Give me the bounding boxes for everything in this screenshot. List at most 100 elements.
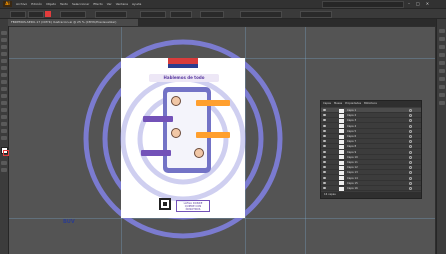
target-icon[interactable] bbox=[409, 155, 412, 159]
target-icon[interactable] bbox=[409, 145, 412, 149]
maximize-button[interactable]: □ bbox=[416, 1, 420, 7]
stroke-swatch-dropdown[interactable] bbox=[28, 11, 44, 18]
eye-icon[interactable] bbox=[323, 135, 326, 137]
opacity-field[interactable] bbox=[170, 11, 192, 18]
color-panel-icon[interactable] bbox=[439, 29, 445, 33]
eraser-tool-icon[interactable] bbox=[1, 94, 7, 98]
draw-mode-icon[interactable] bbox=[1, 161, 7, 165]
brushes-panel-icon[interactable] bbox=[439, 45, 445, 49]
brush-definition[interactable] bbox=[140, 11, 166, 18]
menu-item-edit[interactable]: Edición bbox=[31, 1, 42, 7]
target-icon[interactable] bbox=[409, 166, 412, 170]
stroke-panel-icon[interactable] bbox=[439, 61, 445, 65]
gradient-panel-icon[interactable] bbox=[439, 69, 445, 73]
menu-item-object[interactable]: Objeto bbox=[46, 1, 56, 7]
selection-tool-icon[interactable] bbox=[1, 31, 7, 35]
appearance-panel-icon[interactable] bbox=[439, 85, 445, 89]
target-icon[interactable] bbox=[409, 140, 412, 144]
eye-icon[interactable] bbox=[323, 171, 326, 174]
layer-thumbnail bbox=[339, 144, 344, 149]
target-icon[interactable] bbox=[409, 135, 412, 138]
layer-thumbnail bbox=[339, 150, 344, 155]
eye-icon[interactable] bbox=[323, 155, 326, 158]
pencil-tool-icon[interactable] bbox=[1, 87, 7, 91]
variable-width-profile[interactable] bbox=[95, 11, 127, 18]
scale-tool-icon[interactable] bbox=[1, 108, 7, 112]
transparency-panel-icon[interactable] bbox=[439, 77, 445, 81]
target-icon[interactable] bbox=[409, 114, 412, 118]
eye-icon[interactable] bbox=[323, 161, 326, 163]
layer-row[interactable]: Capa 16 bbox=[321, 186, 421, 191]
eye-icon[interactable] bbox=[323, 145, 326, 148]
stroke-color-icon[interactable] bbox=[45, 11, 51, 17]
layer-thumbnail bbox=[339, 113, 344, 118]
artboard[interactable]: Hablemos de todo LLEGA DONDE QUIERE CON … bbox=[121, 58, 245, 218]
width-tool-icon[interactable] bbox=[1, 115, 7, 119]
menu-item-window[interactable]: Ventana bbox=[116, 1, 128, 7]
tab-document[interactable]: FBDEMOS-SEDU-17 (CMYK) Ilustracion.ai @ … bbox=[8, 19, 138, 26]
search-help-field[interactable] bbox=[322, 1, 404, 8]
tab-libraries[interactable]: Biblioteca bbox=[364, 101, 377, 107]
eye-icon[interactable] bbox=[323, 140, 326, 143]
target-icon[interactable] bbox=[409, 119, 412, 123]
tab-artboards[interactable]: Mesas bbox=[334, 101, 342, 107]
rectangle-tool-icon[interactable] bbox=[1, 73, 7, 77]
minimize-button[interactable]: – bbox=[408, 1, 410, 7]
eye-icon[interactable] bbox=[323, 129, 326, 132]
fill-swatch-dropdown[interactable] bbox=[10, 11, 26, 18]
swatches-panel-icon[interactable] bbox=[439, 37, 445, 41]
eye-icon[interactable] bbox=[323, 181, 326, 184]
target-icon[interactable] bbox=[409, 124, 412, 128]
target-icon[interactable] bbox=[409, 176, 412, 180]
target-icon[interactable] bbox=[409, 181, 412, 185]
target-icon[interactable] bbox=[409, 171, 412, 175]
menu-item-select[interactable]: Seleccionar bbox=[72, 1, 89, 7]
tab-properties[interactable]: Propiedades bbox=[345, 101, 361, 107]
target-icon[interactable] bbox=[409, 187, 412, 190]
menu-item-effect[interactable]: Efecto bbox=[93, 1, 102, 7]
menu-item-file[interactable]: Archivo bbox=[16, 1, 27, 7]
layers-panel-tabs: Capas Mesas Propiedades Biblioteca bbox=[321, 101, 421, 107]
layer-name[interactable]: Capa 16 bbox=[347, 186, 358, 191]
eye-icon[interactable] bbox=[323, 176, 326, 179]
screen-mode-icon[interactable] bbox=[1, 168, 7, 172]
menu-item-help[interactable]: Ayuda bbox=[132, 1, 141, 7]
eye-icon[interactable] bbox=[323, 187, 326, 189]
layer-thumbnail bbox=[339, 108, 344, 113]
gradient-tool-icon[interactable] bbox=[1, 129, 7, 133]
chat-bubble-orange bbox=[196, 100, 230, 106]
menu-item-view[interactable]: Ver bbox=[107, 1, 112, 7]
eye-icon[interactable] bbox=[323, 119, 326, 122]
paintbrush-tool-icon[interactable] bbox=[1, 80, 7, 84]
eye-icon[interactable] bbox=[323, 166, 326, 169]
transform-fields[interactable] bbox=[240, 11, 282, 18]
layer-count: 16 capas bbox=[324, 193, 336, 196]
type-tool-icon[interactable] bbox=[1, 59, 7, 63]
symbols-panel-icon[interactable] bbox=[439, 53, 445, 57]
eye-icon[interactable] bbox=[323, 109, 326, 111]
eye-icon[interactable] bbox=[323, 124, 326, 127]
rotate-tool-icon[interactable] bbox=[1, 101, 7, 105]
stroke-weight-field[interactable] bbox=[60, 11, 86, 18]
close-button[interactable]: ✕ bbox=[426, 1, 429, 7]
line-tool-icon[interactable] bbox=[1, 66, 7, 70]
direct-selection-tool-icon[interactable] bbox=[1, 38, 7, 42]
target-icon[interactable] bbox=[409, 150, 412, 154]
graphic-styles-panel-icon[interactable] bbox=[439, 93, 445, 97]
target-icon[interactable] bbox=[409, 161, 412, 164]
tab-layers[interactable]: Capas bbox=[323, 101, 331, 107]
layers-panel-icon[interactable] bbox=[439, 101, 445, 105]
layer-thumbnail bbox=[339, 134, 344, 139]
pen-tool-icon[interactable] bbox=[1, 52, 7, 56]
align-controls[interactable] bbox=[300, 11, 332, 18]
eye-icon[interactable] bbox=[323, 150, 326, 153]
style-dropdown[interactable] bbox=[200, 11, 224, 18]
magic-wand-tool-icon[interactable] bbox=[1, 45, 7, 49]
target-icon[interactable] bbox=[409, 109, 412, 112]
layer-thumbnail bbox=[339, 181, 344, 186]
eyedropper-tool-icon[interactable] bbox=[1, 136, 7, 140]
eye-icon[interactable] bbox=[323, 114, 326, 117]
target-icon[interactable] bbox=[409, 129, 412, 133]
shape-builder-tool-icon[interactable] bbox=[1, 122, 7, 126]
menu-item-type[interactable]: Texto bbox=[60, 1, 68, 7]
